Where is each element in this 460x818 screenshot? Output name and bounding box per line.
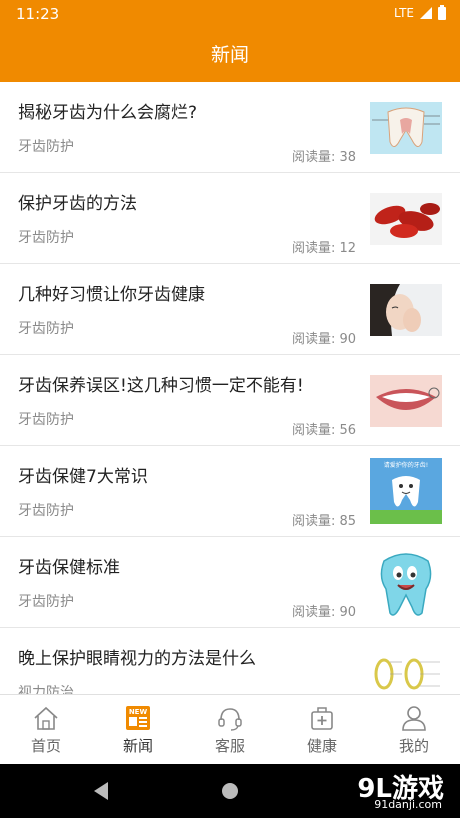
news-read-count: 阅读量: 85 <box>292 514 357 529</box>
tooth-cartoon-poster-thumbnail: 请爱护你的牙齿! <box>370 458 442 524</box>
news-category: 牙齿防护 <box>18 230 74 246</box>
news-category: 牙齿防护 <box>18 139 74 155</box>
tooth-mascot-thumbnail <box>370 547 442 619</box>
nav-news[interactable]: NEW 新闻 <box>92 695 184 765</box>
news-title: 揭秘牙齿为什么会腐烂? <box>18 103 198 123</box>
bottom-nav: 首页 NEW 新闻 客服 健康 我的 <box>0 694 460 765</box>
news-item[interactable]: 牙齿保健7大常识 牙齿防护 阅读量: 85 请爱护你的牙齿! <box>0 446 460 537</box>
news-category: 牙齿防护 <box>18 321 74 337</box>
back-icon[interactable] <box>94 782 108 800</box>
status-bar: 11:23 LTE <box>0 0 460 28</box>
headset-icon <box>218 708 242 731</box>
news-list[interactable]: 揭秘牙齿为什么会腐烂? 牙齿防护 阅读量: 38 保护牙齿的方法 牙齿防护 阅读… <box>0 82 460 694</box>
system-nav-bar: 9L游戏 91danji.com <box>0 764 460 818</box>
news-read-count: 阅读量: 56 <box>292 423 357 438</box>
title-bar: 新闻 <box>0 28 460 82</box>
network-type: LTE <box>394 6 414 20</box>
news-item[interactable]: 保护牙齿的方法 牙齿防护 阅读量: 12 <box>0 173 460 264</box>
news-read-count: 阅读量: 90 <box>292 332 357 347</box>
home-circle-icon[interactable] <box>222 783 238 799</box>
new-badge: NEW <box>129 708 148 716</box>
nav-label: 健康 <box>306 737 337 755</box>
news-category: 牙齿防护 <box>18 594 74 610</box>
news-title: 牙齿保养误区!这几种习惯一定不能有! <box>18 376 304 396</box>
news-icon: NEW <box>126 706 150 730</box>
news-item[interactable]: 揭秘牙齿为什么会腐烂? 牙齿防护 阅读量: 38 <box>0 82 460 173</box>
status-indicators: LTE <box>394 4 446 20</box>
news-title: 保护牙齿的方法 <box>18 194 137 214</box>
news-title: 晚上保护眼睛视力的方法是什么 <box>18 649 256 669</box>
nav-home[interactable]: 首页 <box>0 695 92 765</box>
page-title: 新闻 <box>210 44 249 66</box>
news-title: 牙齿保健标准 <box>18 558 120 578</box>
news-read-count: 阅读量: 12 <box>292 241 357 256</box>
user-icon <box>402 706 426 731</box>
news-read-count: 阅读量: 38 <box>292 150 357 165</box>
news-item[interactable]: 晚上保护眼睛视力的方法是什么 视力防治 <box>0 628 460 694</box>
eye-diagram-thumbnail <box>370 648 442 694</box>
news-title: 牙齿保健7大常识 <box>18 467 148 487</box>
battery-icon <box>438 4 446 20</box>
nav-label: 客服 <box>214 737 245 755</box>
news-item[interactable]: 牙齿保健标准 牙齿防护 阅读量: 90 <box>0 537 460 628</box>
nav-label: 新闻 <box>122 737 153 755</box>
watermark-url: 91danji.com <box>374 798 442 811</box>
news-category: 牙齿防护 <box>18 503 74 519</box>
news-item[interactable]: 牙齿保养误区!这几种习惯一定不能有! 牙齿防护 阅读量: 56 <box>0 355 460 446</box>
signal-icon <box>420 7 432 19</box>
smile-teeth-thumbnail <box>370 375 442 427</box>
news-item[interactable]: 几种好习惯让你牙齿健康 牙齿防护 阅读量: 90 <box>0 264 460 355</box>
status-time: 11:23 <box>16 5 60 23</box>
toothache-woman-thumbnail <box>370 284 442 336</box>
nav-profile[interactable]: 我的 <box>368 695 460 765</box>
tooth-anatomy-thumbnail <box>370 102 442 154</box>
home-icon <box>34 706 58 730</box>
news-read-count: 阅读量: 90 <box>292 605 357 620</box>
news-title: 几种好习惯让你牙齿健康 <box>18 285 205 305</box>
nav-label: 首页 <box>30 737 61 755</box>
nav-service[interactable]: 客服 <box>184 695 276 765</box>
nav-label: 我的 <box>398 737 429 755</box>
news-category: 牙齿防护 <box>18 412 74 428</box>
crayfish-thumbnail <box>370 193 442 245</box>
news-category: 视力防治 <box>18 685 74 694</box>
medical-kit-icon <box>311 707 333 730</box>
poster-caption: 请爱护你的牙齿! <box>384 461 428 469</box>
nav-health[interactable]: 健康 <box>276 695 368 765</box>
